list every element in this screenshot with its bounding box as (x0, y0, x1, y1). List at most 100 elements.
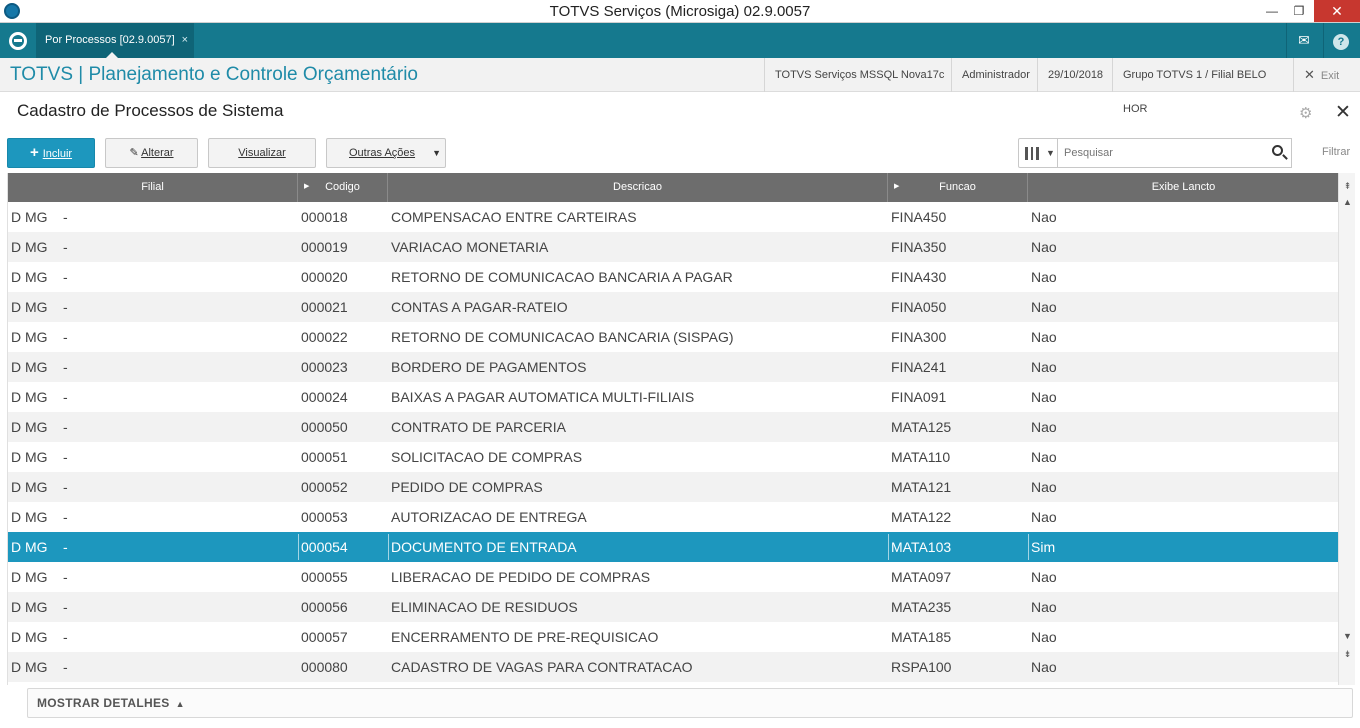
scroll-up-icon[interactable]: ▲ (1341, 195, 1354, 209)
visualizar-button[interactable]: Visualizar (208, 138, 316, 168)
column-header-descricao[interactable]: Descricao (388, 173, 888, 202)
scroll-bottom-icon[interactable]: ⇟ (1341, 647, 1354, 661)
cell-filial: D MG (11, 209, 48, 225)
cell-codigo: 000052 (301, 479, 348, 495)
cell-funcao: MATA185 (891, 629, 952, 645)
cell-exibe-lancto: Nao (1031, 449, 1057, 465)
window-close-button[interactable]: ✕ (1314, 0, 1360, 22)
column-picker-button[interactable]: ▼ (1018, 138, 1058, 168)
table-row[interactable]: D MG - 000050 CONTRATO DE PARCERIA MATA125 Na… (8, 412, 1338, 442)
page-close-button[interactable]: ✕ (1335, 101, 1351, 124)
incluir-button[interactable]: + Incluir (7, 138, 95, 168)
table-row[interactable]: D MG - 000018 COMPENSACAO ENTRE CARTEIRAS FI… (8, 202, 1338, 232)
table-row[interactable]: D MG - 000019 VARIACAO MONETARIA FINA350 Nao (8, 232, 1338, 262)
chevron-down-icon: ▼ (1046, 148, 1055, 158)
totvs-logo-icon[interactable] (9, 32, 27, 50)
chevron-down-icon: ▼ (432, 148, 441, 158)
cell-codigo: 000057 (301, 629, 348, 645)
cell-codigo: 000018 (301, 209, 348, 225)
cell-exibe-lancto: Nao (1031, 599, 1057, 615)
cell-exibe-lancto: Nao (1031, 389, 1057, 405)
table-row[interactable]: D MG - 000021 CONTAS A PAGAR-RATEIO FINA050 N… (8, 292, 1338, 322)
environment-info[interactable]: TOTVS Serviços MSSQL Nova17c (764, 58, 950, 92)
cell-descricao: ENCERRAMENTO DE PRE-REQUISICAO (391, 629, 659, 645)
grid-header: Filial ▶ Codigo Descricao ▶ Funcao Exibe… (8, 173, 1338, 202)
cell-funcao: FINA091 (891, 389, 947, 405)
tab-close-icon[interactable]: × (182, 23, 188, 57)
column-header-funcao-label: Funcao (939, 181, 976, 193)
chevron-up-icon: ▲ (175, 699, 185, 709)
cell-codigo: 000056 (301, 599, 348, 615)
mail-icon[interactable]: ✉ (1286, 23, 1321, 58)
cell-filial: D MG (11, 419, 48, 435)
cell-descricao: DOCUMENTO DE ENTRADA (391, 539, 577, 555)
cell-codigo: 000054 (301, 539, 348, 555)
cell-filial-name: - (63, 539, 68, 555)
filter-link[interactable]: Filtrar (1322, 146, 1350, 158)
cell-exibe-lancto: Nao (1031, 299, 1057, 315)
outras-acoes-button[interactable]: Outras Ações ▼ (326, 138, 446, 168)
date-info[interactable]: 29/10/2018 (1037, 58, 1112, 92)
table-row[interactable]: D MG - 000024 BAIXAS A PAGAR AUTOMATICA MUL… (8, 382, 1338, 412)
alterar-button[interactable]: ✎ Alterar (105, 138, 198, 168)
exit-button[interactable]: ✕ Exit (1293, 58, 1360, 92)
cell-exibe-lancto: Nao (1031, 359, 1057, 375)
table-row[interactable]: D MG - 000080 CADASTRO DE VAGAS PARA CONTRA… (8, 652, 1338, 682)
cell-descricao: ELIMINACAO DE RESIDUOS (391, 599, 578, 615)
table-row[interactable]: D MG - 000054 DOCUMENTO DE ENTRADA MATA103 Si… (8, 532, 1338, 562)
column-header-funcao[interactable]: ▶ Funcao (888, 173, 1028, 202)
branch-info[interactable]: Grupo TOTVS 1 / Filial BELO HOR (1112, 58, 1293, 115)
cell-exibe-lancto: Nao (1031, 269, 1057, 285)
search-icon[interactable] (1272, 145, 1283, 156)
cell-codigo: 000053 (301, 509, 348, 525)
cell-exibe-lancto: Nao (1031, 479, 1057, 495)
help-button[interactable]: ? (1323, 23, 1358, 58)
cell-codigo: 000050 (301, 419, 348, 435)
sort-arrow-icon: ▶ (304, 183, 310, 190)
cell-funcao: FINA241 (891, 359, 947, 375)
table-row[interactable]: D MG - 000053 AUTORIZACAO DE ENTREGA MATA122… (8, 502, 1338, 532)
cell-funcao: FINA350 (891, 239, 947, 255)
table-row[interactable]: D MG - 000052 PEDIDO DE COMPRAS MATA121 Nao (8, 472, 1338, 502)
scroll-top-icon[interactable]: ⇞ (1341, 179, 1354, 193)
scroll-down-icon[interactable]: ▼ (1341, 629, 1354, 643)
cell-filial: D MG (11, 239, 48, 255)
grid-rows: D MG -000018 COMPENSACAO ENTRE CARTEIRAS FI… (8, 202, 1338, 682)
search-input[interactable] (1064, 139, 1254, 167)
cell-descricao: COMPENSACAO ENTRE CARTEIRAS (391, 209, 637, 225)
vertical-scrollbar[interactable]: ⇞ ▲ ▼ ⇟ (1338, 173, 1355, 685)
column-header-codigo[interactable]: ▶ Codigo (298, 173, 388, 202)
cell-funcao: MATA103 (891, 539, 952, 555)
cell-funcao: RSPA100 (891, 659, 952, 675)
table-row[interactable]: D MG - 000051 SOLICITACAO DE COMPRAS MATA110… (8, 442, 1338, 472)
show-details-label: MOSTRAR DETALHES (37, 696, 170, 710)
table-row[interactable]: D MG - 000056 ELIMINACAO DE RESIDUOS MATA235… (8, 592, 1338, 622)
show-details-button[interactable]: MOSTRAR DETALHES ▲ (37, 689, 185, 718)
cell-filial: D MG (11, 299, 48, 315)
cell-filial: D MG (11, 449, 48, 465)
cell-divider (1028, 534, 1029, 560)
user-info[interactable]: Administrador (951, 58, 1037, 92)
tab-por-processos[interactable]: Por Processos [02.9.0057] × (36, 23, 194, 58)
cell-exibe-lancto: Nao (1031, 419, 1057, 435)
cell-descricao: PEDIDO DE COMPRAS (391, 479, 543, 495)
table-row[interactable]: D MG - 000022 RETORNO DE COMUNICACAO BANCAR… (8, 322, 1338, 352)
cell-filial-name: - (63, 359, 68, 375)
column-header-codigo-label: Codigo (325, 181, 360, 193)
gear-icon[interactable]: ⚙ (1299, 104, 1312, 122)
cell-funcao: MATA122 (891, 509, 952, 525)
cell-filial-name: - (63, 479, 68, 495)
cell-filial: D MG (11, 479, 48, 495)
table-row[interactable]: D MG - 000055 LIBERACAO DE PEDIDO DE COMPRA… (8, 562, 1338, 592)
cell-filial-name: - (63, 329, 68, 345)
cell-exibe-lancto: Nao (1031, 209, 1057, 225)
column-header-filial[interactable]: Filial (8, 173, 298, 202)
column-header-exibe-lancto[interactable]: Exibe Lancto (1028, 173, 1338, 202)
cell-exibe-lancto: Nao (1031, 329, 1057, 345)
cell-filial-name: - (63, 269, 68, 285)
table-row[interactable]: D MG - 000020 RETORNO DE COMUNICACAO BANCAR… (8, 262, 1338, 292)
maximize-button[interactable]: ❐ (1282, 0, 1316, 22)
table-row[interactable]: D MG - 000023 BORDERO DE PAGAMENTOS FINA241 N… (8, 352, 1338, 382)
table-row[interactable]: D MG - 000057 ENCERRAMENTO DE PRE-REQUISICA… (8, 622, 1338, 652)
help-icon: ? (1333, 34, 1349, 50)
